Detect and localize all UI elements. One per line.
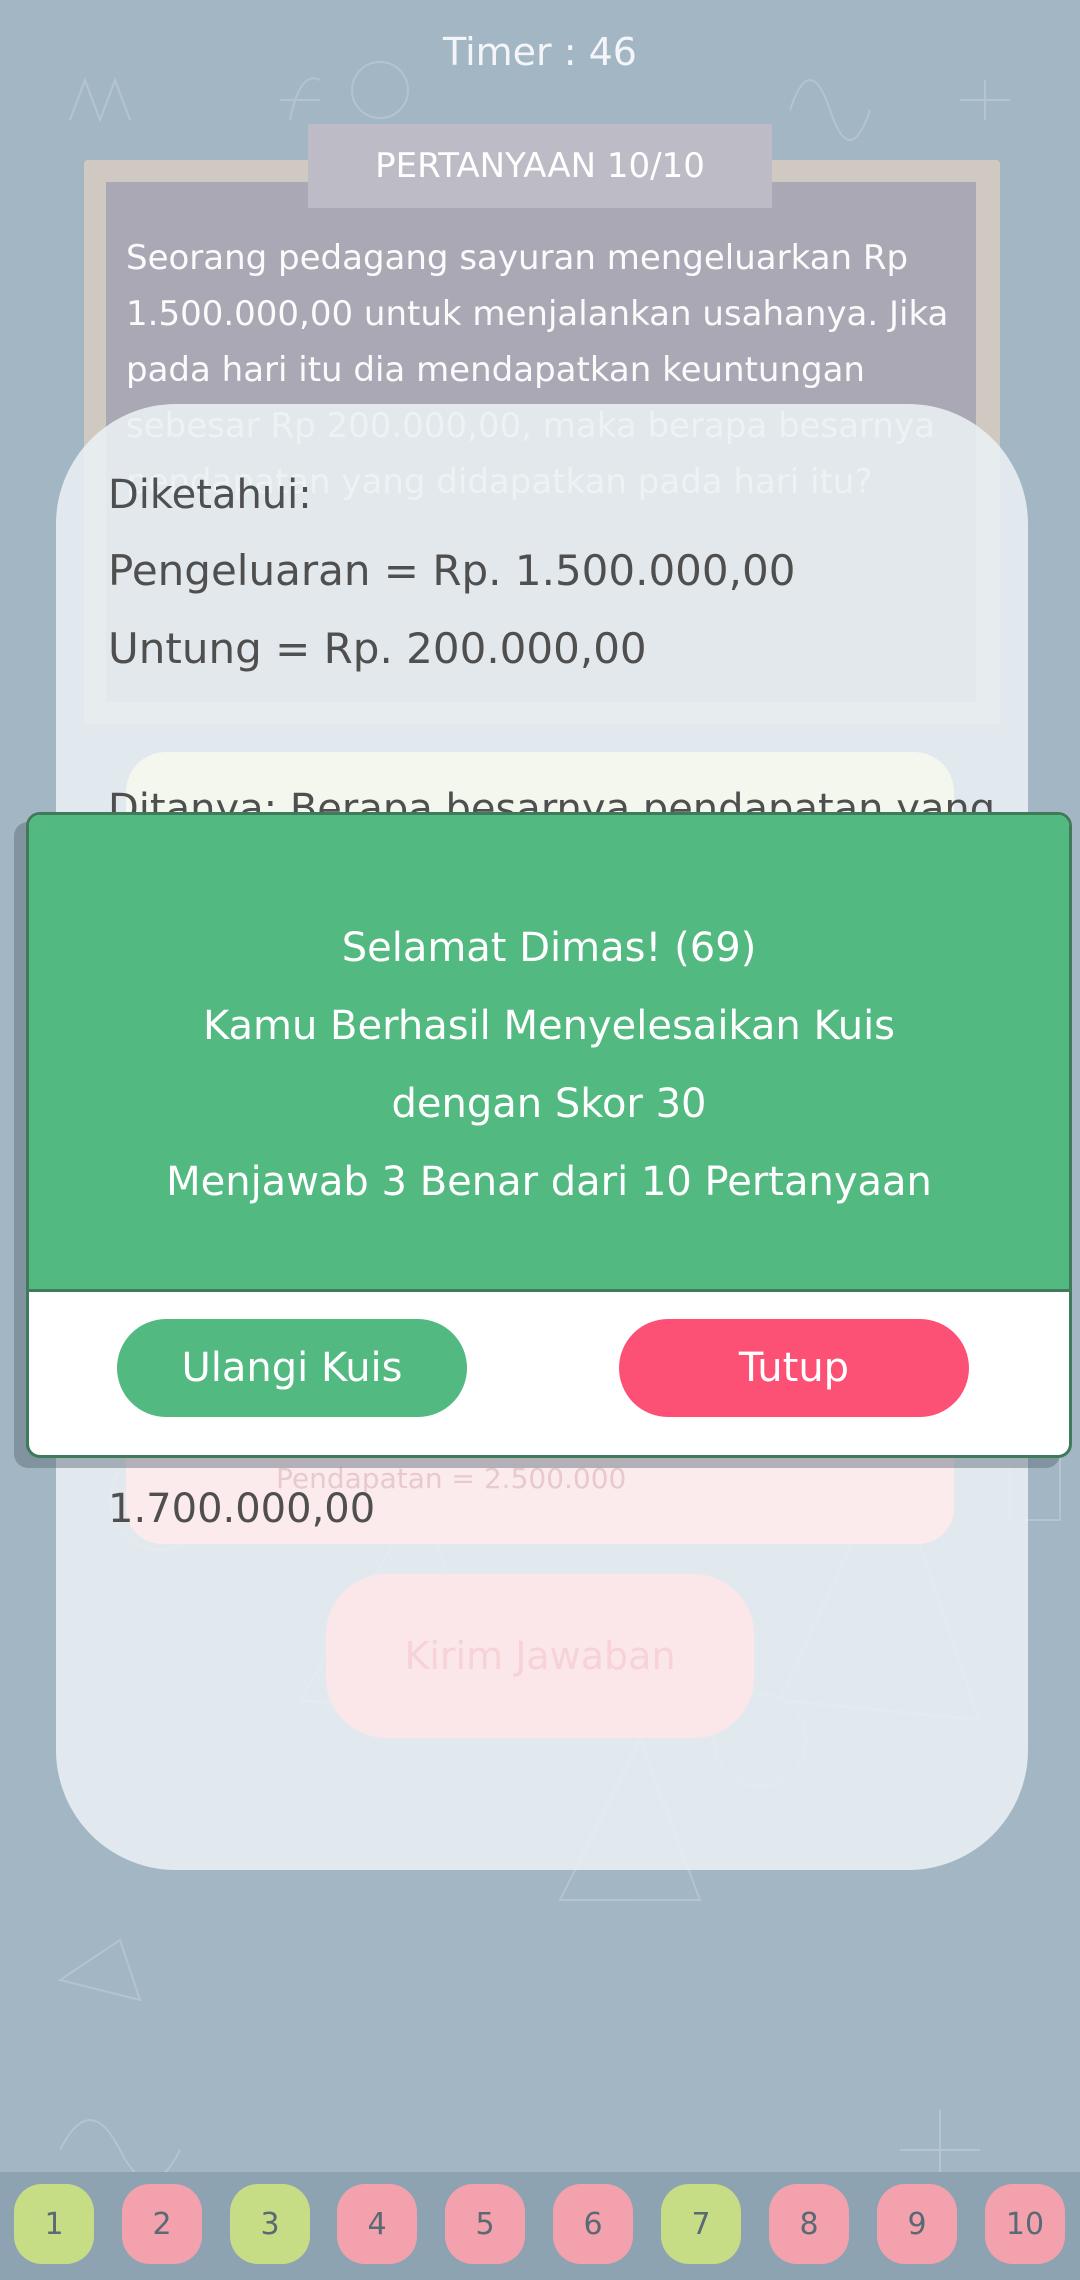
nav-question-5[interactable]: 5 xyxy=(445,2184,525,2264)
known-profit: Untung = Rp. 200.000,00 xyxy=(108,624,647,673)
quiz-timer: Timer : 46 xyxy=(443,30,637,74)
answer-value: 1.700.000,00 xyxy=(108,1486,376,1532)
known-expense: Pengeluaran = Rp. 1.500.000,00 xyxy=(108,546,796,595)
result-dialog: Selamat Dimas! (69) Kamu Berhasil Menyel… xyxy=(26,812,1072,1458)
question-number-title: PERTANYAAN 10/10 xyxy=(308,124,772,208)
nav-question-4[interactable]: 4 xyxy=(337,2184,417,2264)
nav-question-3[interactable]: 3 xyxy=(230,2184,310,2264)
nav-question-9[interactable]: 9 xyxy=(877,2184,957,2264)
nav-question-6[interactable]: 6 xyxy=(553,2184,633,2264)
result-dialog-header: Selamat Dimas! (69) Kamu Berhasil Menyel… xyxy=(29,815,1069,1292)
close-button[interactable]: Tutup xyxy=(619,1319,969,1417)
congrats-text: Selamat Dimas! (69) xyxy=(341,925,757,971)
nav-question-10[interactable]: 10 xyxy=(985,2184,1065,2264)
nav-question-2[interactable]: 2 xyxy=(122,2184,202,2264)
submit-answer-button[interactable]: Kirim Jawaban xyxy=(326,1574,754,1738)
nav-question-8[interactable]: 8 xyxy=(769,2184,849,2264)
correct-count-text: Menjawab 3 Benar dari 10 Pertanyaan xyxy=(166,1159,932,1205)
nav-question-7[interactable]: 7 xyxy=(661,2184,741,2264)
score-text: dengan Skor 30 xyxy=(391,1081,707,1127)
retry-quiz-button[interactable]: Ulangi Kuis xyxy=(117,1319,467,1417)
completed-text: Kamu Berhasil Menyelesaikan Kuis xyxy=(202,1003,896,1049)
nav-question-1[interactable]: 1 xyxy=(14,2184,94,2264)
known-title: Diketahui: xyxy=(108,472,312,518)
